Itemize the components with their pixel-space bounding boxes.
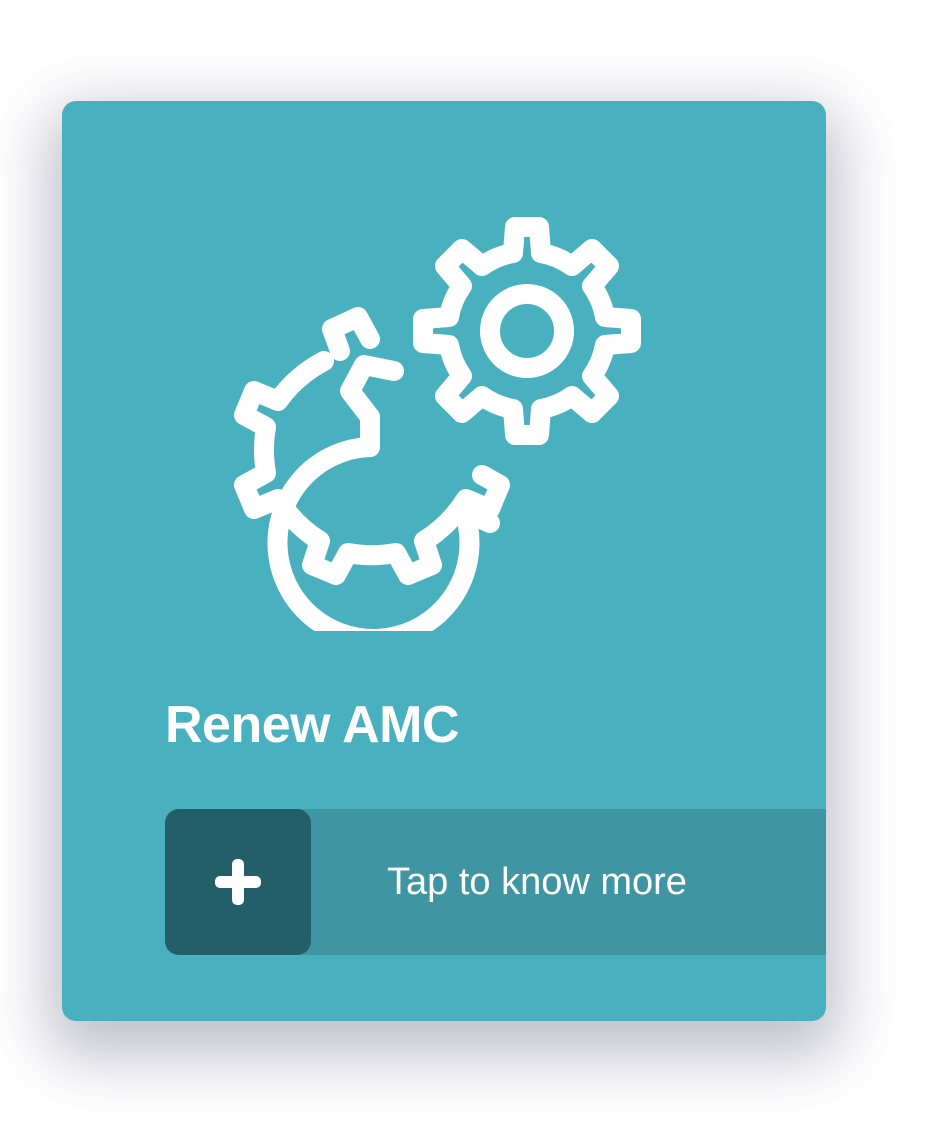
gears-icon [234, 217, 641, 631]
know-more-button[interactable]: Tap to know more [165, 809, 826, 955]
plus-icon-box[interactable] [165, 809, 311, 955]
plus-icon [215, 859, 261, 905]
know-more-label: Tap to know more [387, 861, 687, 903]
card-title: Renew AMC [165, 696, 460, 754]
renew-amc-card[interactable]: Renew AMC Tap to know more [62, 101, 826, 1021]
